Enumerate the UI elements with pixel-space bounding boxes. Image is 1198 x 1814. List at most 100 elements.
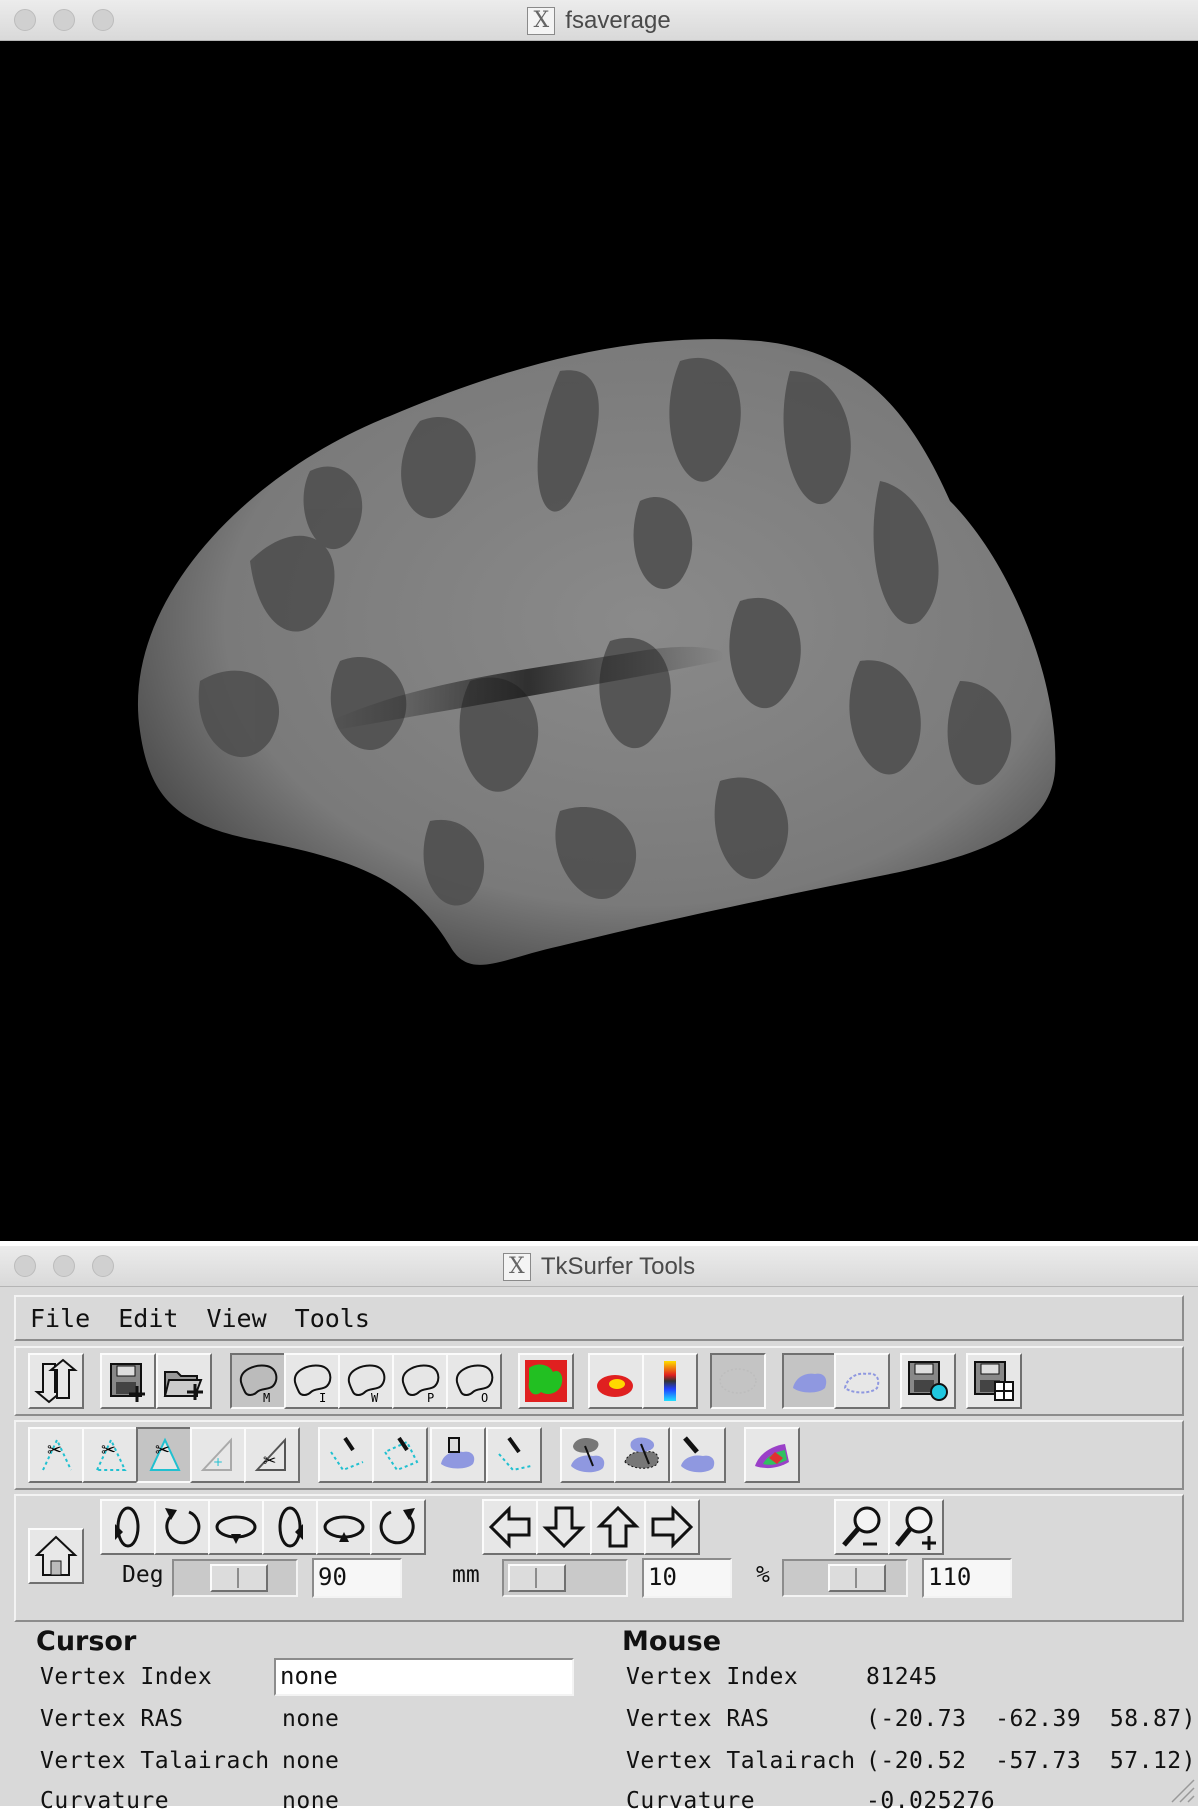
custom-fill-button[interactable] [560, 1427, 616, 1483]
path-erase-icon [498, 1436, 532, 1472]
x11-icon: X [527, 6, 556, 35]
deg-slider-thumb[interactable] [210, 1564, 268, 1592]
svg-text:✂: ✂ [101, 1440, 116, 1461]
rotate-x-down-button[interactable] [208, 1499, 264, 1555]
fill-icon [441, 1437, 475, 1469]
mm-label: mm [452, 1562, 480, 1588]
cursor-curvature-value: none [282, 1788, 340, 1814]
roi-outline-icon [843, 1372, 880, 1394]
view-orig-button[interactable]: O [446, 1353, 502, 1409]
zoom-in-button[interactable] [888, 1499, 944, 1555]
cursor-heading: Cursor [36, 1626, 137, 1657]
cut-line-button[interactable]: ✂ [28, 1427, 84, 1483]
cut-plane-button[interactable]: ✂ [136, 1427, 192, 1483]
color-patch-button[interactable] [744, 1427, 800, 1483]
zoom-slider[interactable] [782, 1559, 908, 1597]
cursor-vertex-talairach-value: none [282, 1748, 340, 1774]
rotate-x-up-button[interactable] [316, 1499, 372, 1555]
svg-text:+: + [213, 1455, 223, 1469]
save-icon [110, 1363, 145, 1402]
brain-pial-icon: P [401, 1364, 440, 1404]
load-button[interactable] [156, 1353, 212, 1409]
cut-toolbar: ✂ ✂ ✂ + ✂ [14, 1420, 1184, 1490]
brain-medial-icon: M [239, 1364, 278, 1404]
cut-closed-button[interactable]: ✂ [82, 1427, 138, 1483]
window-title: fsaverage [565, 6, 671, 34]
menu-file[interactable]: File [30, 1304, 90, 1333]
menu-view[interactable]: View [206, 1304, 266, 1333]
rotate-z-ccw-button[interactable] [154, 1499, 210, 1555]
blob-overlay-button[interactable] [588, 1353, 644, 1409]
home-button[interactable] [28, 1528, 84, 1584]
deg-slider[interactable] [172, 1559, 298, 1597]
svg-text:✂: ✂ [47, 1440, 62, 1461]
roi-empty-button[interactable] [710, 1353, 766, 1409]
cursor-curvature-label: Curvature [40, 1788, 170, 1814]
menu-edit[interactable]: Edit [118, 1304, 178, 1333]
deg-input[interactable]: 90 [312, 1558, 402, 1598]
redraw-button[interactable] [28, 1353, 84, 1409]
zoom-input[interactable]: 110 [922, 1558, 1012, 1598]
navigation-panel: Deg 90 mm 10 % 110 [14, 1494, 1184, 1622]
mm-slider[interactable] [502, 1559, 628, 1597]
view-medial-button[interactable]: M [230, 1353, 286, 1409]
save-tiff-button[interactable] [966, 1353, 1022, 1409]
label-overlay-button[interactable] [518, 1353, 574, 1409]
path-closed-button[interactable] [372, 1427, 428, 1483]
view-white-button[interactable]: W [338, 1353, 394, 1409]
rotate-z-cw-button[interactable] [370, 1499, 426, 1555]
roi-filled-button[interactable] [782, 1353, 838, 1409]
arrow-right-icon [651, 1505, 694, 1549]
x11-icon: X [502, 1252, 531, 1281]
fill-button[interactable] [430, 1427, 486, 1483]
brain-inflated-icon: I [293, 1364, 332, 1404]
mouse-vertex-talairach-label: Vertex Talairach [626, 1748, 856, 1774]
move-left-button[interactable] [482, 1499, 538, 1555]
plane-button[interactable]: + [190, 1427, 246, 1483]
save-tiff-icon [974, 1361, 1014, 1401]
home-icon [34, 1535, 78, 1576]
cursor-vertex-index-input[interactable]: none [274, 1658, 574, 1696]
mouse-vertex-talairach-value: (-20.52 -57.73 57.12) [866, 1748, 1196, 1774]
mm-slider-thumb[interactable] [508, 1564, 566, 1592]
custom-fill-icon [571, 1438, 605, 1473]
zoom-out-button[interactable] [834, 1499, 890, 1555]
rotate-y-left-button[interactable] [100, 1499, 156, 1555]
rotate-x-down-icon [215, 1515, 257, 1544]
view-inflated-button[interactable]: I [284, 1353, 340, 1409]
mouse-curvature-label: Curvature [626, 1788, 756, 1814]
resize-grip-icon[interactable] [1166, 1774, 1196, 1804]
zoom-slider-thumb[interactable] [828, 1564, 886, 1592]
save-button[interactable] [100, 1353, 156, 1409]
save-rgb-button[interactable] [900, 1353, 956, 1409]
menu-tools[interactable]: Tools [295, 1304, 370, 1333]
rotate-z-cw-icon [379, 1508, 415, 1545]
move-down-button[interactable] [536, 1499, 592, 1555]
path-closed-icon [383, 1436, 419, 1472]
mouse-heading: Mouse [622, 1626, 722, 1657]
surface-viewport[interactable] [0, 41, 1198, 1241]
svg-text:W: W [371, 1391, 379, 1404]
move-right-button[interactable] [644, 1499, 700, 1555]
deg-label: Deg [122, 1562, 164, 1588]
rotate-x-up-icon [323, 1515, 365, 1542]
rotate-y-right-button[interactable] [262, 1499, 318, 1555]
zoom-in-icon [895, 1506, 936, 1550]
svg-text:O: O [481, 1391, 488, 1404]
roi-outline-button[interactable] [834, 1353, 890, 1409]
zoom-out-icon [842, 1506, 881, 1547]
erase-fill-button[interactable] [670, 1427, 726, 1483]
path-line-button[interactable] [318, 1427, 374, 1483]
mm-input[interactable]: 10 [642, 1558, 732, 1598]
mouse-vertex-index-label: Vertex Index [626, 1664, 799, 1690]
plane-cut-button[interactable]: ✂ [244, 1427, 300, 1483]
view-pial-button[interactable]: P [392, 1353, 448, 1409]
custom-fill-up-button[interactable] [614, 1427, 670, 1483]
cursor-vertex-ras-label: Vertex RAS [40, 1706, 184, 1732]
cursor-vertex-ras-value: none [282, 1706, 340, 1732]
color-patch-icon [755, 1444, 789, 1469]
colorbar-button[interactable] [642, 1353, 698, 1409]
mouse-vertex-ras-value: (-20.73 -62.39 58.87) [866, 1706, 1196, 1732]
path-erase-button[interactable] [486, 1427, 542, 1483]
move-up-button[interactable] [590, 1499, 646, 1555]
